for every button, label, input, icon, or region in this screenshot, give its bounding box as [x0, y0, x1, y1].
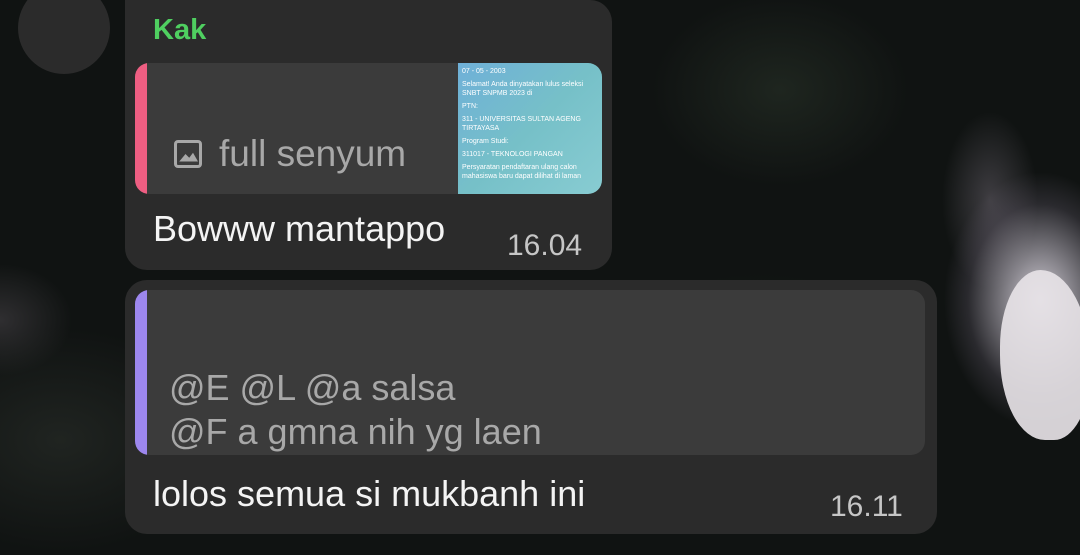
message-bubble[interactable]: Kak full senyum 07 - 05 - 2003 Selamat! …: [125, 0, 612, 270]
message-text: lolos semua si mukbanh ini: [153, 473, 586, 514]
thumbnail-line: PTN:: [462, 103, 478, 110]
thumbnail-line: 311017 - TEKNOLOGI PANGAN: [462, 151, 563, 158]
message-text: Bowww mantappo: [153, 208, 446, 249]
image-thumbnail[interactable]: 07 - 05 - 2003 Selamat! Anda dinyatakan …: [458, 63, 602, 194]
image-icon: [174, 140, 202, 168]
reply-line: @E @L @a salsa: [169, 367, 456, 408]
reply-accent-bar: [135, 290, 147, 455]
reply-accent-bar: [135, 63, 147, 194]
message-time: 16.04: [507, 229, 583, 262]
thumbnail-line: 311 - UNIVERSITAS SULTAN AGENG TIRTAYASA: [462, 116, 581, 132]
message-bubble[interactable]: @E @L @a salsa @F a gmna nih yg laen lol…: [125, 280, 937, 534]
message-time: 16.11: [830, 490, 903, 523]
reply-preview-text: full senyum: [219, 133, 407, 174]
chat-background: Kak full senyum 07 - 05 - 2003 Selamat! …: [0, 0, 1080, 555]
thumbnail-line: Persyaratan pendaftaran ulang calon maha…: [462, 164, 582, 180]
sender-name[interactable]: Kak: [153, 14, 206, 47]
reply-line: @F a gmna nih yg laen: [169, 411, 542, 452]
reply-preview[interactable]: @E @L @a salsa @F a gmna nih yg laen: [135, 290, 925, 455]
thumbnail-line: Program Studi:: [462, 138, 509, 145]
avatar[interactable]: [18, 0, 110, 74]
reply-preview-content: full senyum: [173, 133, 406, 175]
wallpaper-flower: [1000, 270, 1080, 440]
thumbnail-line: 07 - 05 - 2003: [462, 68, 506, 75]
reply-preview[interactable]: full senyum 07 - 05 - 2003 Selamat! Anda…: [135, 63, 602, 194]
reply-preview-text: @E @L @a salsa @F a gmna nih yg laen: [169, 366, 542, 454]
thumbnail-line: Selamat! Anda dinyatakan lulus seleksi S…: [462, 81, 584, 97]
